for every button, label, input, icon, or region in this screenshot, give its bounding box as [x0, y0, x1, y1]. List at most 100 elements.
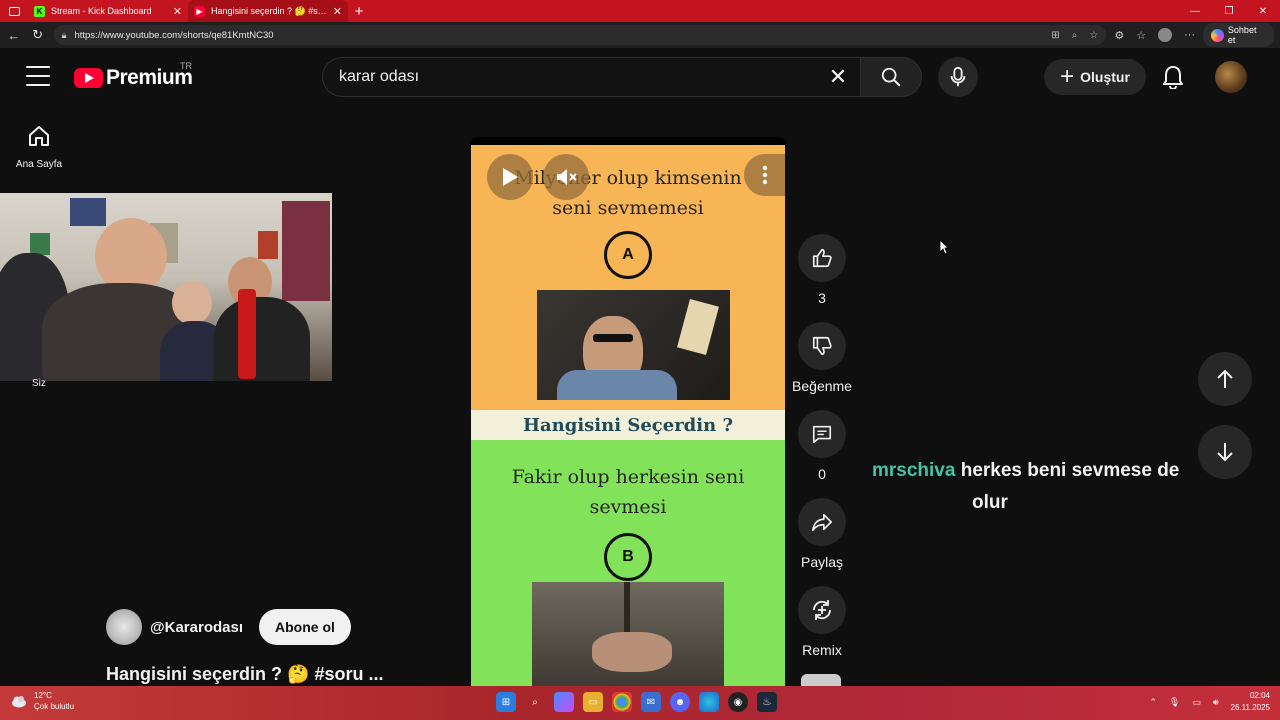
microphone-icon[interactable]: 🎙︎ — [1169, 697, 1180, 708]
money-bills — [677, 298, 719, 356]
chevron-up-icon[interactable]: ⌃ — [1149, 697, 1157, 708]
previous-short-button[interactable] — [1198, 352, 1252, 406]
comment-count: 0 — [818, 466, 826, 482]
close-tab-icon[interactable]: ✕ — [173, 5, 182, 18]
video-title[interactable]: Hangisini seçerdin ? 🤔 #soru ... — [106, 664, 383, 685]
remix-button[interactable] — [798, 586, 846, 634]
option-a-badge: A — [604, 231, 652, 279]
share-label: Paylaş — [800, 554, 844, 570]
mouse-cursor-icon — [939, 239, 949, 255]
notifications-button[interactable] — [1160, 64, 1186, 90]
more-options-button[interactable] — [744, 154, 785, 196]
network-icon[interactable]: ▭ — [1192, 697, 1201, 708]
window-menu-icon[interactable] — [0, 0, 28, 22]
chat-username: mrschiva — [872, 460, 956, 481]
bell-icon — [1163, 66, 1183, 89]
address-bar-row: ← ↻ 🔒︎ https://www.youtube.com/shorts/qe… — [0, 22, 1280, 48]
restore-icon[interactable]: ❐ — [1212, 0, 1246, 22]
cloud-icon — [12, 696, 26, 708]
stream-chat-message: mrschiva herkes beni sevmese de olur — [872, 455, 1212, 519]
obs-icon[interactable]: ◉ — [728, 692, 748, 712]
edge-icon[interactable] — [699, 692, 719, 712]
taskbar-apps: ⊞ ⌕ ▭ ✉ ☻ ◉ ♨ — [496, 692, 777, 712]
window-controls: — ❐ ✕ — [1178, 0, 1280, 22]
channel-avatar[interactable] — [106, 609, 142, 645]
refresh-icon[interactable]: ↻ — [30, 27, 46, 43]
copilot-icon[interactable] — [554, 692, 574, 712]
clock[interactable]: 02:04 26.11.2025 — [1231, 690, 1270, 714]
copilot-icon — [1211, 28, 1224, 42]
close-window-icon[interactable]: ✕ — [1246, 0, 1280, 22]
weather-widget[interactable]: 12°C Çok bulutlu — [10, 690, 74, 712]
tab-youtube-short[interactable]: ▶ Hangisini seçerdin ? 🤔 #soru #e ✕ — [188, 0, 348, 22]
dislike-button[interactable] — [798, 322, 846, 370]
next-short-button[interactable] — [1198, 425, 1252, 479]
minimize-icon[interactable]: — — [1178, 0, 1212, 22]
comment-icon — [812, 425, 832, 444]
search-icon[interactable]: ⌕ — [525, 692, 545, 712]
favorites-icon[interactable]: ☆ — [1136, 29, 1146, 42]
speaker-icon[interactable]: 🔊︎ — [1213, 697, 1219, 708]
volume-muted-icon — [557, 169, 577, 185]
mute-button[interactable] — [543, 154, 589, 200]
youtube-icon: ▶ — [194, 5, 205, 17]
webcam-overlay — [0, 193, 332, 381]
temperature: 12°C — [34, 691, 52, 700]
tab-title: Hangisini seçerdin ? 🤔 #soru #e — [211, 5, 327, 16]
search-input[interactable]: karar odası ✕ — [322, 57, 862, 97]
wall-poster — [70, 198, 106, 226]
comment-action: 0 — [790, 410, 854, 482]
profile-icon[interactable] — [1158, 28, 1173, 42]
steam-icon[interactable]: ♨ — [757, 692, 777, 712]
chrome-icon[interactable] — [612, 692, 632, 712]
voice-search-button[interactable] — [938, 57, 978, 97]
zoom-icon[interactable]: ⌕ — [1072, 30, 1078, 41]
more-vertical-icon — [762, 165, 768, 185]
dislike-action: Beğenme — [790, 322, 854, 394]
sound-thumbnail[interactable] — [801, 674, 841, 686]
account-avatar[interactable] — [1215, 61, 1247, 93]
cupped-hands — [592, 632, 672, 672]
youtube-premium-logo[interactable]: Premium TR — [74, 61, 193, 90]
create-button[interactable]: + Oluştur — [1044, 59, 1146, 95]
option-a-photo — [537, 290, 730, 400]
app-available-icon[interactable]: ⊞ — [1051, 30, 1059, 41]
url-field[interactable]: 🔒︎ https://www.youtube.com/shorts/qe81Km… — [53, 25, 1107, 45]
wall-poster — [258, 231, 278, 259]
tab-kick-dashboard[interactable]: K Stream - Kick Dashboard ✕ — [28, 0, 188, 22]
site-info-icon[interactable]: 🔒︎ — [62, 30, 67, 41]
close-tab-icon[interactable]: ✕ — [333, 5, 342, 18]
search-button[interactable] — [860, 57, 922, 97]
subscribe-button[interactable]: Abone ol — [259, 609, 351, 645]
arrow-up-icon — [1217, 369, 1233, 388]
share-action: Paylaş — [790, 498, 854, 570]
tab-title: Stream - Kick Dashboard — [51, 6, 152, 16]
sidebar-item-home[interactable]: Ana Sayfa — [8, 124, 70, 172]
kick-icon: K — [34, 5, 45, 17]
hamburger-menu-icon[interactable] — [26, 66, 50, 86]
extensions-icon[interactable]: ⚙ — [1114, 29, 1124, 42]
share-arrow-icon — [812, 513, 832, 532]
windows-start-icon[interactable]: ⊞ — [496, 692, 516, 712]
copilot-button[interactable]: Sohbet et — [1203, 23, 1275, 47]
back-icon[interactable]: ← — [6, 28, 22, 43]
comments-button[interactable] — [798, 410, 846, 458]
youtube-header: Premium TR karar odası ✕ + Oluştur — [0, 48, 1280, 106]
youtube-logo-icon — [74, 68, 103, 88]
like-action: 3 — [790, 234, 854, 306]
share-button[interactable] — [798, 498, 846, 546]
clear-search-icon[interactable]: ✕ — [826, 64, 850, 90]
discord-icon[interactable]: ☻ — [670, 692, 690, 712]
favorite-star-icon[interactable]: ☆ — [1089, 30, 1098, 41]
jacket-zip — [624, 582, 630, 632]
channel-handle[interactable]: @Kararodası — [150, 619, 243, 636]
play-button[interactable] — [487, 154, 533, 200]
short-video-player[interactable]: Milyoner olup kimsenin seni sevmemesi A … — [471, 145, 785, 686]
like-button[interactable] — [798, 234, 846, 282]
new-tab-button[interactable]: + — [348, 0, 370, 22]
mail-icon[interactable]: ✉ — [641, 692, 661, 712]
question-banner: Hangisini Seçerdin ? — [471, 410, 785, 440]
more-options-icon[interactable]: ··· — [1184, 29, 1195, 41]
like-count: 3 — [818, 290, 826, 306]
file-explorer-icon[interactable]: ▭ — [583, 692, 603, 712]
